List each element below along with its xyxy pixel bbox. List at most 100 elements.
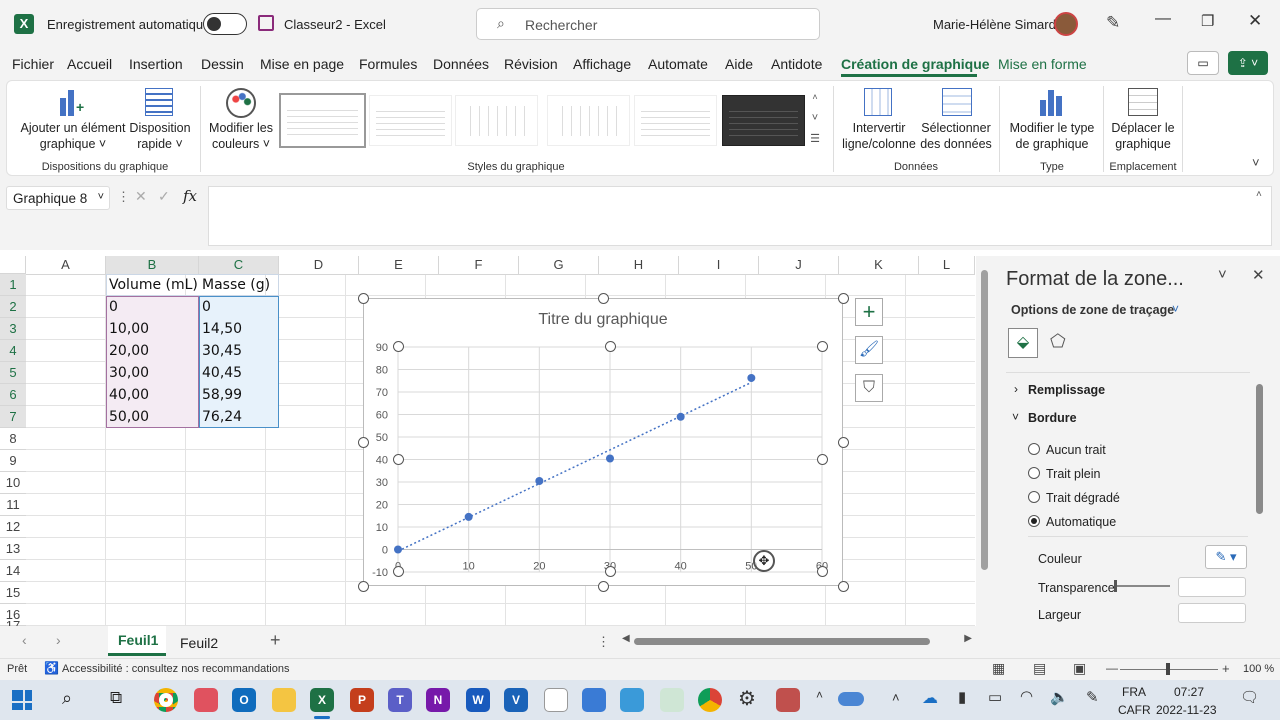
transparency-input[interactable] bbox=[1178, 577, 1246, 597]
col-header-a[interactable]: A bbox=[26, 256, 106, 274]
tab-aide[interactable]: Aide bbox=[725, 56, 753, 72]
tab-affichage[interactable]: Affichage bbox=[573, 56, 631, 72]
chrome-icon[interactable] bbox=[154, 688, 178, 712]
plot-area-handle[interactable] bbox=[817, 566, 828, 577]
maximize-icon[interactable]: ❐ bbox=[1201, 12, 1214, 30]
collapse-ribbon-icon[interactable]: ˅ bbox=[1252, 155, 1260, 170]
cell-c2[interactable]: 0 bbox=[202, 299, 211, 315]
tab-dessin[interactable]: Dessin bbox=[201, 56, 244, 72]
horizontal-scrollbar[interactable]: ◀ ▶ bbox=[622, 633, 972, 649]
plot-area-handle[interactable] bbox=[393, 454, 404, 465]
col-header-h[interactable]: H bbox=[599, 256, 679, 274]
usb-icon[interactable]: ▮ bbox=[958, 688, 966, 706]
editor-icon[interactable] bbox=[620, 688, 644, 712]
lang-cafr[interactable]: CAFR bbox=[1118, 703, 1151, 717]
row-header-7[interactable]: 7 bbox=[0, 406, 26, 428]
move-chart-button[interactable]: Déplacer le graphique bbox=[1108, 120, 1178, 152]
comments-button[interactable]: ▭ bbox=[1187, 51, 1219, 75]
autosave-toggle[interactable] bbox=[203, 13, 247, 35]
prev-sheet-icon[interactable]: ‹ bbox=[22, 632, 27, 648]
row-header-2[interactable]: 2 bbox=[0, 296, 26, 318]
minimize-icon[interactable]: — bbox=[1155, 10, 1171, 28]
save-icon[interactable] bbox=[258, 15, 274, 31]
page-break-icon[interactable]: ▣ bbox=[1073, 660, 1086, 677]
weather-icon[interactable] bbox=[838, 692, 864, 706]
plot-area-handle[interactable] bbox=[817, 454, 828, 465]
zoom-level[interactable]: 100 % bbox=[1243, 663, 1274, 675]
cell-c6[interactable]: 58,99 bbox=[202, 387, 242, 403]
notepad-icon[interactable] bbox=[544, 688, 568, 712]
next-sheet-icon[interactable]: › bbox=[56, 632, 61, 648]
chart-resize-handle[interactable] bbox=[598, 293, 609, 304]
chart-style-5[interactable] bbox=[634, 95, 717, 146]
change-colors-button[interactable]: Modifier les couleurs ˅ bbox=[204, 120, 278, 152]
close-icon[interactable]: ✕ bbox=[1248, 11, 1262, 31]
download-icon[interactable] bbox=[660, 688, 684, 712]
plot-area-handle[interactable] bbox=[393, 566, 404, 577]
overflow-icon[interactable]: ˄ bbox=[816, 688, 823, 702]
row-header-9[interactable]: 9 bbox=[0, 450, 26, 472]
chart-style-4[interactable] bbox=[547, 95, 630, 146]
clock-time[interactable]: 07:27 bbox=[1174, 685, 1204, 699]
explorer-icon[interactable] bbox=[272, 688, 296, 712]
row-header-1[interactable]: 1 bbox=[0, 274, 26, 296]
sheet-tab-feuil2[interactable]: Feuil2 bbox=[180, 635, 218, 651]
settings-icon[interactable]: ⚙ bbox=[738, 686, 756, 711]
effects-tab-icon[interactable]: ⬠ bbox=[1050, 331, 1066, 352]
chart-resize-handle[interactable] bbox=[838, 437, 849, 448]
width-input[interactable] bbox=[1178, 603, 1246, 623]
col-header-k[interactable]: K bbox=[839, 256, 919, 274]
volume-icon[interactable]: 🔈 bbox=[1050, 688, 1069, 706]
chrome-profile-icon[interactable] bbox=[698, 688, 722, 712]
chart-style-6[interactable] bbox=[722, 95, 805, 146]
pane-close-icon[interactable]: ✕ bbox=[1252, 266, 1265, 284]
plot-area-handle[interactable] bbox=[393, 341, 404, 352]
row-header-3[interactable]: 3 bbox=[0, 318, 26, 340]
tray-expand-icon[interactable]: ˄ bbox=[892, 690, 900, 705]
select-data-button[interactable]: Sélectionner des données bbox=[918, 120, 994, 152]
name-box[interactable]: Graphique 8 ˅ bbox=[6, 186, 110, 210]
row-header-12[interactable]: 12 bbox=[0, 516, 26, 538]
col-header-j[interactable]: J bbox=[759, 256, 839, 274]
chart-resize-handle[interactable] bbox=[358, 581, 369, 592]
cancel-icon[interactable]: ✕ bbox=[135, 188, 147, 205]
outlook-icon[interactable]: O bbox=[232, 688, 256, 712]
change-chart-type-button[interactable]: Modifier le type de graphique bbox=[1004, 120, 1100, 152]
wifi-icon[interactable]: ◠ bbox=[1020, 687, 1033, 705]
transparency-slider[interactable] bbox=[1114, 580, 1170, 592]
pane-collapse-icon[interactable]: ˅ bbox=[1218, 266, 1227, 283]
app-icon[interactable] bbox=[776, 688, 800, 712]
chevron-right-icon[interactable]: › bbox=[1014, 382, 1018, 396]
enter-icon[interactable]: ✓ bbox=[158, 188, 170, 205]
styles-scroll-down-icon[interactable]: ˅ bbox=[808, 112, 822, 130]
col-header-l[interactable]: L bbox=[919, 256, 975, 274]
row-header-5[interactable]: 5 bbox=[0, 362, 26, 384]
solid-line-radio[interactable] bbox=[1028, 467, 1040, 479]
snipping-icon[interactable] bbox=[194, 688, 218, 712]
pane-options-dropdown[interactable]: Options de zone de traçage bbox=[1011, 303, 1174, 317]
search-icon[interactable]: ⌕ bbox=[62, 688, 72, 709]
tab-antidote[interactable]: Antidote bbox=[771, 56, 822, 72]
accessibility-status[interactable]: Accessibilité : consultez nos recommanda… bbox=[62, 663, 289, 675]
more-icon[interactable]: ⋮ bbox=[597, 634, 610, 650]
chart-resize-handle[interactable] bbox=[358, 293, 369, 304]
zoom-in-icon[interactable]: + bbox=[1222, 661, 1230, 676]
col-header-i[interactable]: I bbox=[679, 256, 759, 274]
onenote-icon[interactable]: N bbox=[426, 688, 450, 712]
plot-area-handle[interactable] bbox=[605, 341, 616, 352]
pane-scrollbar[interactable] bbox=[1256, 384, 1263, 514]
cell-c4[interactable]: 30,45 bbox=[202, 343, 242, 359]
fill-line-tab-icon[interactable]: ⬙ bbox=[1008, 328, 1038, 358]
word-icon[interactable]: W bbox=[466, 688, 490, 712]
row-header-11[interactable]: 11 bbox=[0, 494, 26, 516]
add-chart-element-button[interactable]: Ajouter un élément graphique ˅ bbox=[18, 120, 128, 152]
plot-area-handle[interactable] bbox=[605, 566, 616, 577]
row-header-15[interactable]: 15 bbox=[0, 582, 26, 604]
col-header-e[interactable]: E bbox=[359, 256, 439, 274]
notifications-icon[interactable]: 🗨 bbox=[1240, 688, 1259, 706]
plot-area-handle[interactable] bbox=[817, 341, 828, 352]
normal-view-icon[interactable]: ▦ bbox=[992, 660, 1005, 677]
tab-insertion[interactable]: Insertion bbox=[129, 56, 183, 72]
whiteboard-icon[interactable] bbox=[582, 688, 606, 712]
chart-styles-button[interactable]: 🖌 bbox=[855, 336, 883, 364]
